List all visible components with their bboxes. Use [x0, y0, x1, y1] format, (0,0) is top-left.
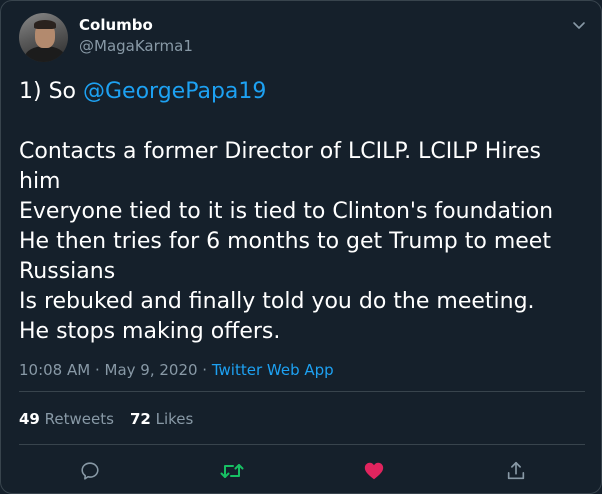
likes-stat[interactable]: 72 Likes	[130, 410, 193, 428]
source-app-link[interactable]: Twitter Web App	[212, 361, 334, 379]
tweet-meta: 10:08 AM · May 9, 2020 · Twitter Web App	[19, 361, 334, 379]
tweet-line: Everyone tied to it is tied to Clinton's…	[19, 199, 554, 224]
engagement-stats: 49 Retweets 72 Likes	[19, 410, 193, 428]
divider	[19, 444, 585, 445]
tweet-line: Russians	[19, 259, 116, 284]
share-icon[interactable]	[503, 458, 529, 484]
divider	[19, 391, 585, 392]
likes-count: 72	[129, 410, 151, 428]
like-icon[interactable]	[361, 458, 387, 484]
retweet-icon[interactable]	[219, 458, 245, 484]
likes-label: Likes	[150, 410, 194, 428]
tweet-text-prefix: 1) So	[19, 79, 83, 104]
reply-icon[interactable]	[77, 458, 103, 484]
mention-link[interactable]: @GeorgePapa19	[83, 79, 266, 104]
retweets-label: Retweets	[39, 410, 114, 428]
retweets-stat[interactable]: 49 Retweets	[19, 410, 114, 428]
tweet-line: He then tries for 6 months to get Trump …	[19, 229, 551, 254]
avatar[interactable]	[19, 13, 68, 62]
tweet-card: Columbo @MagaKarma1 1) So @GeorgePapa19 …	[0, 0, 602, 494]
retweets-count: 49	[19, 410, 40, 428]
tweet-text: 1) So @GeorgePapa19 Contacts a former Di…	[19, 77, 587, 347]
timestamp[interactable]: 10:08 AM · May 9, 2020 ·	[19, 361, 212, 379]
action-bar	[1, 456, 602, 486]
chevron-down-icon[interactable]	[571, 17, 587, 33]
tweet-line: Contacts a former Director of LCILP. LCI…	[19, 139, 541, 164]
tweet-line: Is rebuked and finally told you do the m…	[19, 289, 535, 314]
user-handle[interactable]: @MagaKarma1	[79, 37, 193, 55]
display-name[interactable]: Columbo	[79, 16, 153, 34]
tweet-line: him	[19, 169, 61, 194]
tweet-line: He stops making offers.	[19, 319, 281, 344]
